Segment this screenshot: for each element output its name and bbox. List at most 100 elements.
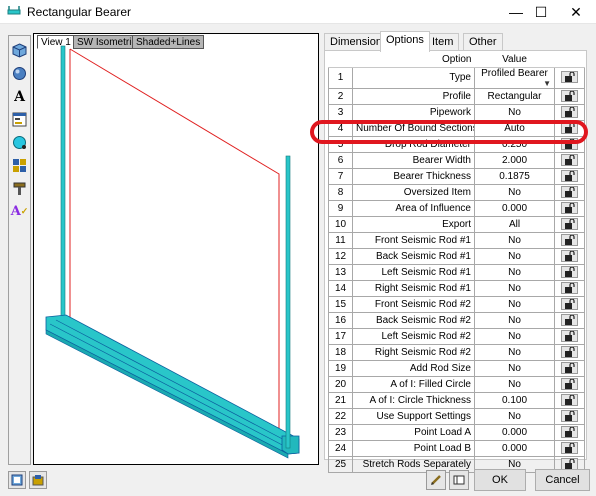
preview-button[interactable] [449, 470, 469, 490]
option-value[interactable]: No [474, 327, 555, 345]
circle-icon[interactable] [11, 134, 28, 151]
option-row[interactable]: 10 Export All [328, 215, 585, 233]
lock-toggle[interactable] [561, 89, 578, 102]
option-value[interactable]: No [474, 311, 555, 329]
option-row[interactable]: 21 A of I: Circle Thickness 0.100 [328, 391, 585, 409]
option-row[interactable]: 8 Oversized Item No [328, 183, 585, 201]
hammer-icon[interactable] [11, 180, 28, 197]
option-value[interactable]: No [474, 295, 555, 313]
close-button[interactable]: ✕ [556, 0, 596, 24]
option-value[interactable]: Profiled Bearer ▼ [474, 66, 555, 89]
option-row[interactable]: 14 Right Seismic Rod #1 No [328, 279, 585, 297]
lock-toggle[interactable] [561, 137, 578, 150]
lock-toggle[interactable] [561, 313, 578, 326]
option-value[interactable]: No [474, 407, 555, 425]
lock-toggle[interactable] [561, 457, 578, 470]
option-row[interactable]: 16 Back Seismic Rod #2 No [328, 311, 585, 329]
option-value[interactable]: 0.000 [474, 423, 555, 441]
option-row[interactable]: 13 Left Seismic Rod #1 No [328, 263, 585, 281]
option-row[interactable]: 17 Left Seismic Rod #2 No [328, 327, 585, 345]
lock-toggle[interactable] [561, 281, 578, 294]
option-row[interactable]: 3 Pipework No [328, 103, 585, 121]
option-value[interactable]: Auto [474, 119, 555, 137]
tab-options[interactable]: Options [380, 31, 430, 52]
lock-cell [554, 263, 585, 281]
lock-toggle[interactable] [561, 297, 578, 310]
lock-toggle[interactable] [561, 153, 578, 166]
option-row[interactable]: 19 Add Rod Size No [328, 359, 585, 377]
lock-toggle[interactable] [561, 441, 578, 454]
option-value[interactable]: No [474, 247, 555, 265]
option-row[interactable]: 2 Profile Rectangular [328, 87, 585, 105]
ok-button[interactable]: OK [474, 469, 526, 491]
option-value[interactable]: 0.000 [474, 439, 555, 457]
lock-toggle[interactable] [561, 169, 578, 182]
chevron-down-icon[interactable]: ▼ [543, 79, 551, 88]
view-settings-button[interactable] [8, 471, 26, 489]
option-value[interactable]: No [474, 183, 555, 201]
lock-cell [554, 423, 585, 441]
option-value[interactable]: 0.1875 [474, 167, 555, 185]
option-value[interactable]: No [474, 375, 555, 393]
lock-toggle[interactable] [561, 425, 578, 438]
lock-toggle[interactable] [561, 409, 578, 422]
lock-toggle[interactable] [561, 329, 578, 342]
lock-toggle[interactable] [561, 121, 578, 134]
option-value[interactable]: All [474, 215, 555, 233]
option-row[interactable]: 15 Front Seismic Rod #2 No [328, 295, 585, 313]
properties-icon[interactable] [11, 111, 28, 128]
option-row[interactable]: 18 Right Seismic Rod #2 No [328, 343, 585, 361]
option-row[interactable]: 20 A of I: Filled Circle No [328, 375, 585, 393]
option-value[interactable]: 2.000 [474, 151, 555, 169]
cancel-button[interactable]: Cancel [535, 469, 590, 491]
lock-toggle[interactable] [561, 361, 578, 374]
option-row[interactable]: 9 Area of Influence 0.000 [328, 199, 585, 217]
option-value[interactable]: No [474, 103, 555, 121]
option-row[interactable]: 6 Bearer Width 2.000 [328, 151, 585, 169]
option-value[interactable]: 0.250 [474, 135, 555, 153]
option-value[interactable]: 0.100 [474, 391, 555, 409]
lock-toggle[interactable] [561, 377, 578, 390]
lock-toggle[interactable] [561, 71, 578, 84]
lock-toggle[interactable] [561, 217, 578, 230]
lock-toggle[interactable] [561, 233, 578, 246]
option-row[interactable]: 5 Drop Rod Diameter 0.250 [328, 135, 585, 153]
unlock-icon [564, 410, 575, 421]
grid-icon[interactable] [11, 157, 28, 174]
sphere-icon[interactable] [11, 65, 28, 82]
layers-button[interactable] [29, 471, 47, 489]
option-row[interactable]: 7 Bearer Thickness 0.1875 [328, 167, 585, 185]
title-bar: Rectangular Bearer — ☐ ✕ [0, 0, 596, 24]
option-value[interactable]: No [474, 231, 555, 249]
lock-toggle[interactable] [561, 393, 578, 406]
option-value[interactable]: No [474, 359, 555, 377]
lock-toggle[interactable] [561, 345, 578, 358]
option-value[interactable]: No [474, 263, 555, 281]
option-row[interactable]: 24 Point Load B 0.000 [328, 439, 585, 457]
lock-toggle[interactable] [561, 185, 578, 198]
option-value[interactable]: No [474, 343, 555, 361]
tab-other[interactable]: Other [463, 33, 503, 51]
option-row[interactable]: 23 Point Load A 0.000 [328, 423, 585, 441]
option-row[interactable]: 12 Back Seismic Rod #1 No [328, 247, 585, 265]
option-value[interactable]: 0.000 [474, 199, 555, 217]
option-row[interactable]: 1 Type Profiled Bearer ▼ [328, 66, 585, 89]
option-row[interactable]: 4 Number Of Bound Sections Auto [328, 119, 585, 137]
lock-toggle[interactable] [561, 249, 578, 262]
cube-icon[interactable] [11, 42, 28, 59]
lock-toggle[interactable] [561, 105, 578, 118]
model-view[interactable]: View 1 SW Isometric Shaded+Lines [33, 33, 319, 465]
maximize-button[interactable]: ☐ [521, 0, 561, 24]
text-style-icon[interactable]: A ✓ [11, 203, 29, 220]
option-row[interactable]: 11 Front Seismic Rod #1 No [328, 231, 585, 249]
option-row[interactable]: 22 Use Support Settings No [328, 407, 585, 425]
option-label: Bearer Width [352, 151, 475, 169]
option-value[interactable]: No [474, 279, 555, 297]
lock-toggle[interactable] [561, 201, 578, 214]
view-settings-icon [11, 474, 23, 486]
option-value[interactable]: Rectangular [474, 87, 555, 105]
edit-button[interactable] [426, 470, 446, 490]
tab-item[interactable]: Item [426, 33, 460, 51]
lock-toggle[interactable] [561, 265, 578, 278]
text-icon[interactable]: A [11, 88, 28, 105]
